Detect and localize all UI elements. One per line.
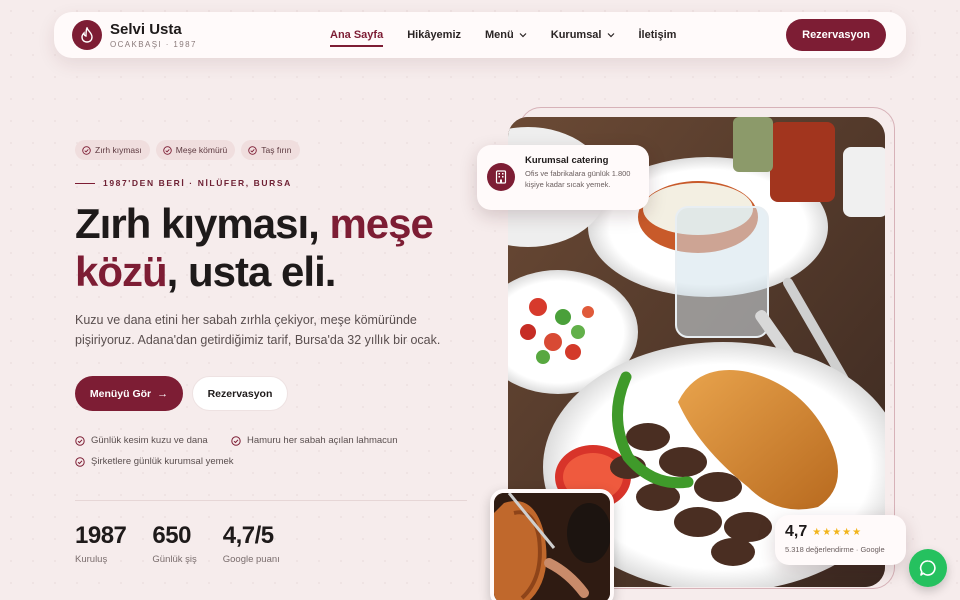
headline-accent: meşe [329,200,433,247]
nav-item-home[interactable]: Ana Sayfa [330,29,384,47]
tag-label: Zırh kıyması [95,145,142,155]
nav-item-corporate[interactable]: Kurumsal [551,29,615,41]
catering-card[interactable]: Kurumsal catering Ofis ve fabrikalara gü… [477,145,649,210]
whatsapp-chat-button[interactable] [909,549,947,587]
tag: Meşe kömürü [155,140,236,160]
stat-daily-skewers: 650 Günlük şiş [152,522,196,565]
chat-bubble-icon [919,560,936,576]
feature-tags: Zırh kıyması Meşe kömürü Taş fırın [75,140,306,160]
brand-name: Selvi Usta [110,20,182,38]
catering-title: Kurumsal catering [525,155,609,166]
check-circle-icon [231,435,241,446]
arrow-right-icon: → [157,387,169,400]
google-rating-card: 4,7 ★ ★ ★ ★ ★ 5.318 değerlendirme · Goog… [775,515,906,565]
nav-label: Ana Sayfa [330,29,384,41]
headline-text: , usta eli. [166,248,337,295]
tag-label: Taş fırın [261,145,292,155]
rating-stars: ★ ★ ★ ★ ★ [812,527,862,538]
building-icon [487,163,515,191]
check-circle-icon [75,456,85,467]
nav-item-story[interactable]: Hikâyemiz [407,29,461,41]
stat-google-rating: 4,7/5 Google puanı [223,522,280,565]
stat-label: Google puanı [222,554,280,565]
rating-count: 5.318 değerlendirme · Google [785,545,885,554]
doner-thumbnail [490,489,614,600]
rating-top: 4,7 ★ ★ ★ ★ ★ [785,523,896,541]
checklist-text: Şirketlere günlük kurumsal yemek [91,456,234,467]
check-circle-icon [82,145,91,155]
brand[interactable]: Selvi Usta OCAKBAŞI · 1987 [110,20,197,49]
star-icon: ★ [832,526,842,538]
tag-label: Meşe kömürü [175,145,228,155]
view-menu-button[interactable]: Menüyü Gör → [75,376,183,411]
hero-reservation-button[interactable]: Rezervasyon [192,376,288,411]
headline-accent: közü [75,248,168,295]
stat-founded: 1987 Kuruluş [75,522,127,565]
star-icon: ★ [842,526,852,538]
divider [75,500,467,501]
main-menu: Ana Sayfa Hikâyemiz Menü Kurumsal İletiş… [330,12,700,58]
nav-item-contact[interactable]: İletişim [639,29,677,41]
stat-value: 650 [152,522,191,549]
star-icon: ★ [812,526,822,538]
reservation-button[interactable]: Rezervasyon [786,19,886,51]
nav-label: Menü [485,29,514,41]
checklist-item: Şirketlere günlük kurumsal yemek [75,456,234,467]
check-circle-icon [75,435,85,446]
stat-value: 4,7/5 [222,522,274,549]
stat-label: Kuruluş [75,554,108,565]
rating-value: 4,7 [785,523,808,540]
eyebrow: 1987'DEN BERİ · NİLÜFER, BURSA [75,178,292,188]
hero-headline: Zırh kıyması, meşe közü, usta eli. [75,200,495,296]
check-circle-icon [248,145,257,155]
eyebrow-line [75,182,95,184]
hero-lead: Kuzu ve dana etini her sabah zırhla çeki… [75,313,441,347]
tag: Taş fırın [241,140,300,160]
eyebrow-text: 1987'DEN BERİ · NİLÜFER, BURSA [103,178,292,188]
headline-text: Zırh kıyması, [75,200,330,247]
flame-icon[interactable] [72,20,102,50]
stats-row: 1987 Kuruluş 650 Günlük şiş 4,7/5 Google… [75,522,306,565]
stat-label: Günlük şiş [152,554,197,565]
star-icon: ★ [852,526,862,538]
stat-value: 1987 [75,522,127,549]
nav-item-menu[interactable]: Menü [485,29,527,41]
catering-text: Kurumsal catering Ofis ve fabrikalara gü… [525,155,643,200]
brand-subtitle: OCAKBAŞI · 1987 [110,39,197,49]
chevron-down-icon [519,33,527,38]
chevron-down-icon [607,33,614,38]
top-navbar: Selvi Usta OCAKBAŞI · 1987 Ana Sayfa Hik… [54,12,906,58]
checklist-item: Hamuru her sabah açılan lahmacun [231,435,398,446]
nav-label: Kurumsal [550,29,602,41]
star-icon: ★ [822,526,832,538]
nav-label: İletişim [638,29,677,41]
catering-description: Ofis ve fabrikalara günlük 1.800 kişiye … [525,169,631,189]
checklist-item: Günlük kesim kuzu ve dana [75,435,208,446]
check-circle-icon [163,145,172,155]
nav-label: Hikâyemiz [407,29,462,41]
checklist-text: Günlük kesim kuzu ve dana [91,435,208,446]
button-label: Menüyü Gör [89,387,152,400]
tag: Zırh kıyması [75,140,150,160]
checklist-text: Hamuru her sabah açılan lahmacun [247,435,398,446]
